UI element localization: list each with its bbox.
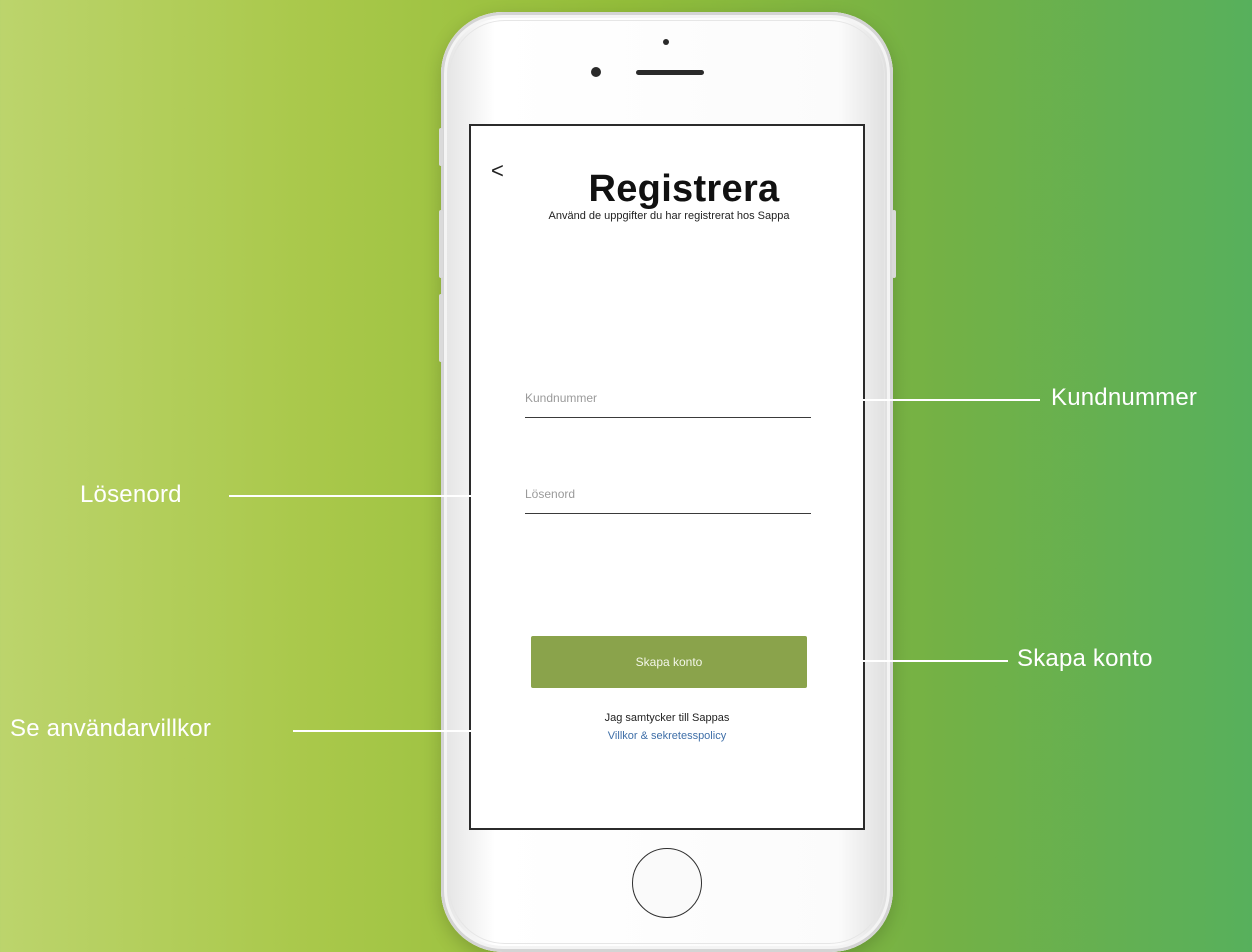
callout-password: Lösenord [80, 481, 182, 508]
earpiece-speaker [636, 70, 704, 75]
create-account-button[interactable]: Skapa konto [531, 636, 807, 688]
page-subtitle: Använd de uppgifter du har registrerat h… [548, 210, 790, 222]
callout-customer-number: Kundnummer [1051, 384, 1198, 411]
power-button [892, 210, 896, 278]
app-screen: < Registrera Använd de uppgifter du har … [469, 124, 865, 830]
callout-line-terms [293, 730, 475, 732]
password-input[interactable] [525, 480, 811, 514]
customer-number-input[interactable] [525, 384, 811, 418]
callout-line-customer-number [862, 399, 1040, 401]
volume-up-button [439, 210, 443, 278]
callout-line-create-account [862, 660, 1008, 662]
callout-create-account: Skapa konto [1017, 645, 1153, 672]
front-camera-icon [591, 67, 601, 77]
callout-terms: Se användarvillkor [10, 715, 212, 742]
home-button[interactable] [632, 848, 702, 918]
proximity-sensor [663, 39, 669, 45]
terms-link[interactable]: Villkor & sekretesspolicy [471, 730, 863, 742]
consent-text: Jag samtycker till Sappas [604, 712, 730, 724]
volume-down-button [439, 294, 443, 362]
create-account-label: Skapa konto [635, 655, 703, 669]
page-title: Registrera [588, 168, 780, 210]
mute-switch [439, 128, 443, 166]
callout-line-password [229, 495, 475, 497]
